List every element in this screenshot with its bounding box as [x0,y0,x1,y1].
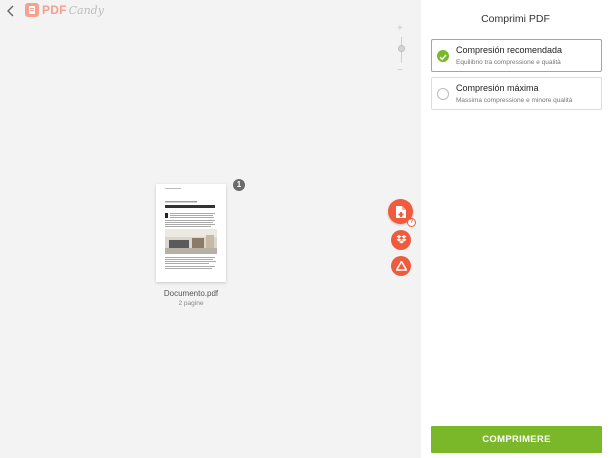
zoom-out-icon[interactable]: − [397,66,403,76]
unchecked-radio-icon[interactable] [437,88,449,100]
option-description: Massima compressione e minore qualità [456,97,573,104]
document-page-count: 2 pagine [178,300,204,307]
option-title: Compresión recomendada [456,45,563,55]
option-title: Compresión máxima [456,83,539,93]
page-count-badge: 1 [233,179,245,191]
add-file-icon [395,205,406,218]
option-description: Equilibrio tra compressione e qualità [456,59,561,66]
workspace: PDF Candy + − 1 Documento.pdf 2 pagine ? [0,0,421,458]
google-drive-button[interactable] [391,256,411,276]
logo-subtext: Candy [68,3,104,17]
logo-icon [25,3,39,17]
zoom-in-icon[interactable]: + [397,24,403,34]
back-arrow-icon[interactable] [4,4,18,18]
dropbox-icon [396,235,406,244]
zoom-handle[interactable] [398,45,405,52]
option-maximum-compression[interactable]: Compresión máxima Massima compressione e… [431,77,602,110]
pdfcandy-logo[interactable]: PDF Candy [25,2,104,18]
help-icon[interactable]: ? [407,218,416,227]
document-name: Documento.pdf [163,289,219,298]
panel-title: Comprimi PDF [481,13,550,25]
google-drive-icon [395,261,407,271]
compression-panel: Comprimi PDF Compresión recomendada Equi… [421,0,610,458]
zoom-slider[interactable]: + − [395,24,407,76]
checked-radio-icon[interactable] [437,50,449,62]
compress-button[interactable]: COMPRIMERE [431,426,602,453]
option-recommended-compression[interactable]: Compresión recomendada Equilibrio tra co… [431,39,602,72]
document-preview-image [156,184,226,282]
dropbox-button[interactable] [391,230,411,250]
logo-text: PDF [42,3,67,17]
document-thumbnail[interactable] [156,184,226,282]
